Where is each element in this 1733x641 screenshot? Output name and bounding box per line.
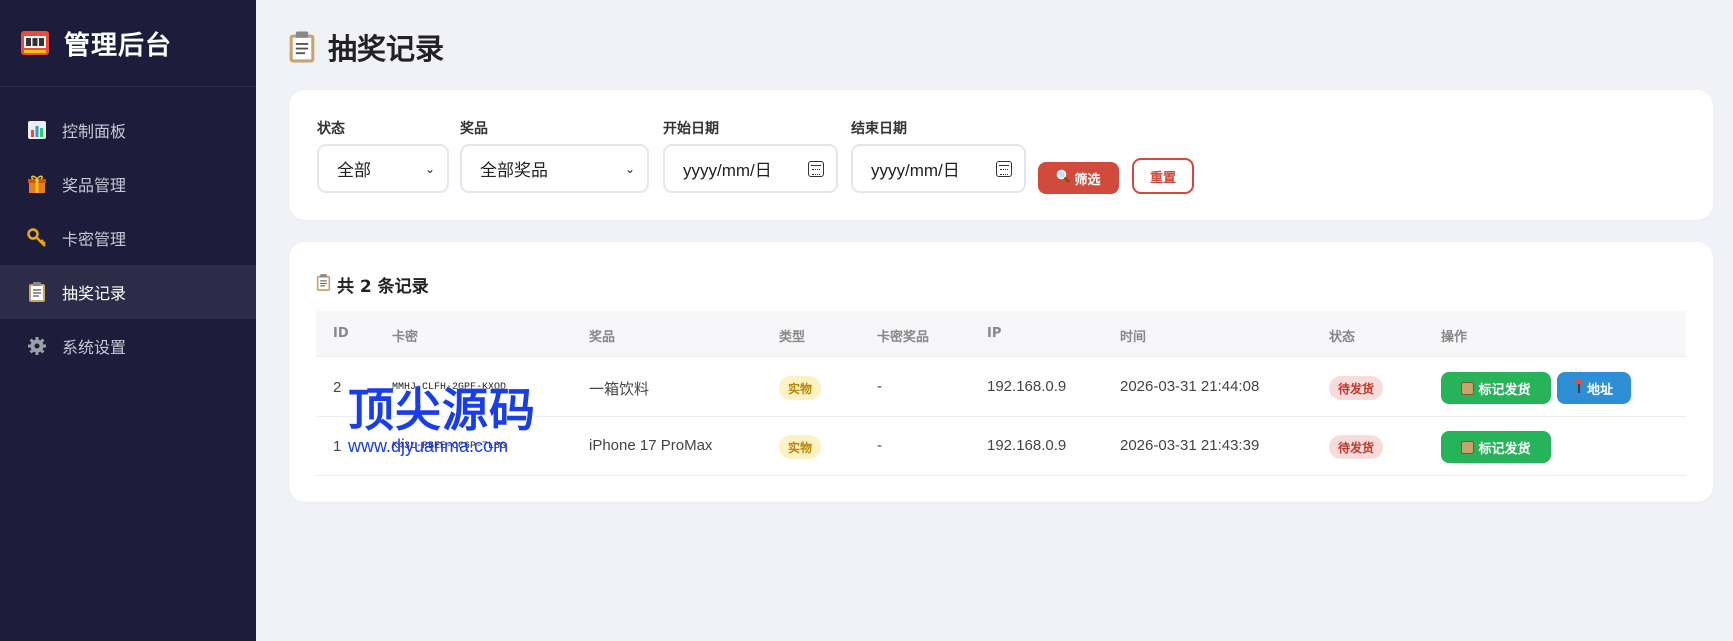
status-badge: 待发货	[1329, 435, 1384, 459]
records-panel: 共 2 条记录 ID 卡密 奖品 类型 卡密奖品 IP 时间 状态 操作 2 M…	[289, 242, 1713, 502]
start-date-label: 开始日期	[663, 121, 719, 137]
type-badge: 实物	[779, 435, 822, 459]
cell-prize: 一箱饮料	[589, 381, 650, 398]
column-header: 奖品	[589, 330, 616, 345]
status-filter: 状态 全部 ⌄	[317, 118, 449, 193]
sidebar-item-label: 抽奖记录	[62, 284, 127, 303]
records-summary: 共 2 条记录	[316, 272, 429, 297]
prize-select[interactable]: 全部奖品 ⌄	[460, 144, 649, 193]
package-icon	[1461, 440, 1475, 454]
clipboard-icon	[316, 273, 331, 297]
watermark-logo: 顶尖源码	[348, 383, 536, 437]
brand: 管理后台	[0, 0, 256, 87]
status-filter-label: 状态	[317, 121, 345, 137]
column-header: 操作	[1441, 330, 1468, 345]
calendar-icon[interactable]	[996, 160, 1012, 177]
page-title-text: 抽奖记录	[328, 32, 445, 66]
prize-select-value: 全部奖品	[480, 161, 548, 180]
cell-time: 2026-03-31 21:43:39	[1120, 437, 1260, 454]
address-button[interactable]: 地址	[1557, 372, 1631, 404]
cell-ip: 192.168.0.9	[987, 437, 1067, 454]
sidebar-item-label: 系统设置	[62, 338, 127, 357]
status-select-value: 全部	[337, 161, 371, 180]
gift-icon	[26, 173, 48, 195]
column-header: ID	[333, 326, 349, 341]
column-header: 时间	[1120, 330, 1147, 345]
watermark: 顶尖源码 www.djyuanma.com	[348, 386, 536, 457]
sidebar: 管理后台 控制面板 奖品管理 卡密管理 抽奖记录 系统设置	[0, 0, 256, 641]
filter-button-label: 筛选	[1074, 172, 1101, 188]
cell-prize: iPhone 17 ProMax	[589, 437, 713, 454]
sidebar-item-cards[interactable]: 卡密管理	[0, 211, 256, 265]
sidebar-item-records[interactable]: 抽奖记录	[0, 265, 256, 319]
clipboard-icon	[26, 281, 48, 303]
end-date-placeholder: yyyy/mm/日	[871, 161, 960, 180]
slot-machine-icon	[20, 30, 50, 56]
column-header: 卡密奖品	[877, 330, 930, 345]
cell-card-prize: -	[877, 437, 882, 454]
mark-shipped-label: 标记发货	[1478, 382, 1531, 398]
watermark-url: www.djyuanma.com	[348, 436, 509, 456]
prize-filter: 奖品 全部奖品 ⌄	[460, 118, 649, 193]
magnifier-icon	[1056, 169, 1071, 187]
clipboard-icon	[288, 29, 320, 65]
start-date-placeholder: yyyy/mm/日	[683, 161, 772, 180]
sidebar-item-label: 奖品管理	[62, 176, 127, 195]
cell-ip: 192.168.0.9	[987, 378, 1067, 395]
mark-shipped-button[interactable]: 标记发货	[1441, 372, 1551, 404]
table-header: ID 卡密 奖品 类型 卡密奖品 IP 时间 状态 操作	[316, 311, 1686, 357]
sidebar-nav: 控制面板 奖品管理 卡密管理 抽奖记录 系统设置	[0, 103, 256, 373]
end-date-filter: 结束日期 yyyy/mm/日	[851, 118, 1026, 193]
chevron-down-icon: ⌄	[424, 161, 435, 176]
start-date-filter: 开始日期 yyyy/mm/日	[663, 118, 838, 193]
chevron-down-icon: ⌄	[624, 161, 635, 176]
records-summary-text: 共 2 条记录	[337, 277, 429, 297]
key-icon	[26, 227, 48, 249]
status-select[interactable]: 全部 ⌄	[317, 144, 449, 193]
start-date-input[interactable]: yyyy/mm/日	[663, 144, 838, 193]
end-date-label: 结束日期	[851, 121, 907, 137]
filter-button[interactable]: 筛选	[1038, 162, 1119, 194]
cell-id: 1	[333, 438, 342, 455]
gear-icon	[26, 335, 48, 357]
sidebar-item-label: 卡密管理	[62, 230, 127, 249]
filter-panel: 状态 全部 ⌄ 奖品 全部奖品 ⌄ 开始日期 yyyy/mm/日 结束日期 yy…	[289, 90, 1713, 220]
package-icon	[1461, 381, 1475, 395]
pin-icon	[1575, 378, 1583, 398]
column-header: 卡密	[392, 330, 419, 345]
sidebar-item-settings[interactable]: 系统设置	[0, 319, 256, 373]
column-header: IP	[987, 326, 1002, 341]
bar-chart-icon	[26, 119, 48, 141]
status-badge: 待发货	[1329, 376, 1384, 400]
calendar-icon[interactable]	[808, 160, 824, 177]
end-date-input[interactable]: yyyy/mm/日	[851, 144, 1026, 193]
sidebar-item-prizes[interactable]: 奖品管理	[0, 157, 256, 211]
type-badge: 实物	[779, 376, 822, 400]
sidebar-item-dashboard[interactable]: 控制面板	[0, 103, 256, 157]
mark-shipped-button[interactable]: 标记发货	[1441, 431, 1551, 463]
cell-card-prize: -	[877, 378, 882, 395]
column-header: 类型	[779, 330, 806, 345]
cell-time: 2026-03-31 21:44:08	[1120, 378, 1260, 395]
sidebar-item-label: 控制面板	[62, 122, 127, 141]
brand-title: 管理后台	[64, 30, 173, 61]
mark-shipped-label: 标记发货	[1478, 441, 1531, 457]
page-title: 抽奖记录	[288, 26, 444, 68]
cell-id: 2	[333, 379, 342, 396]
address-label: 地址	[1586, 382, 1613, 398]
column-header: 状态	[1329, 330, 1356, 345]
reset-button[interactable]: 重置	[1132, 158, 1194, 194]
prize-filter-label: 奖品	[460, 121, 488, 137]
